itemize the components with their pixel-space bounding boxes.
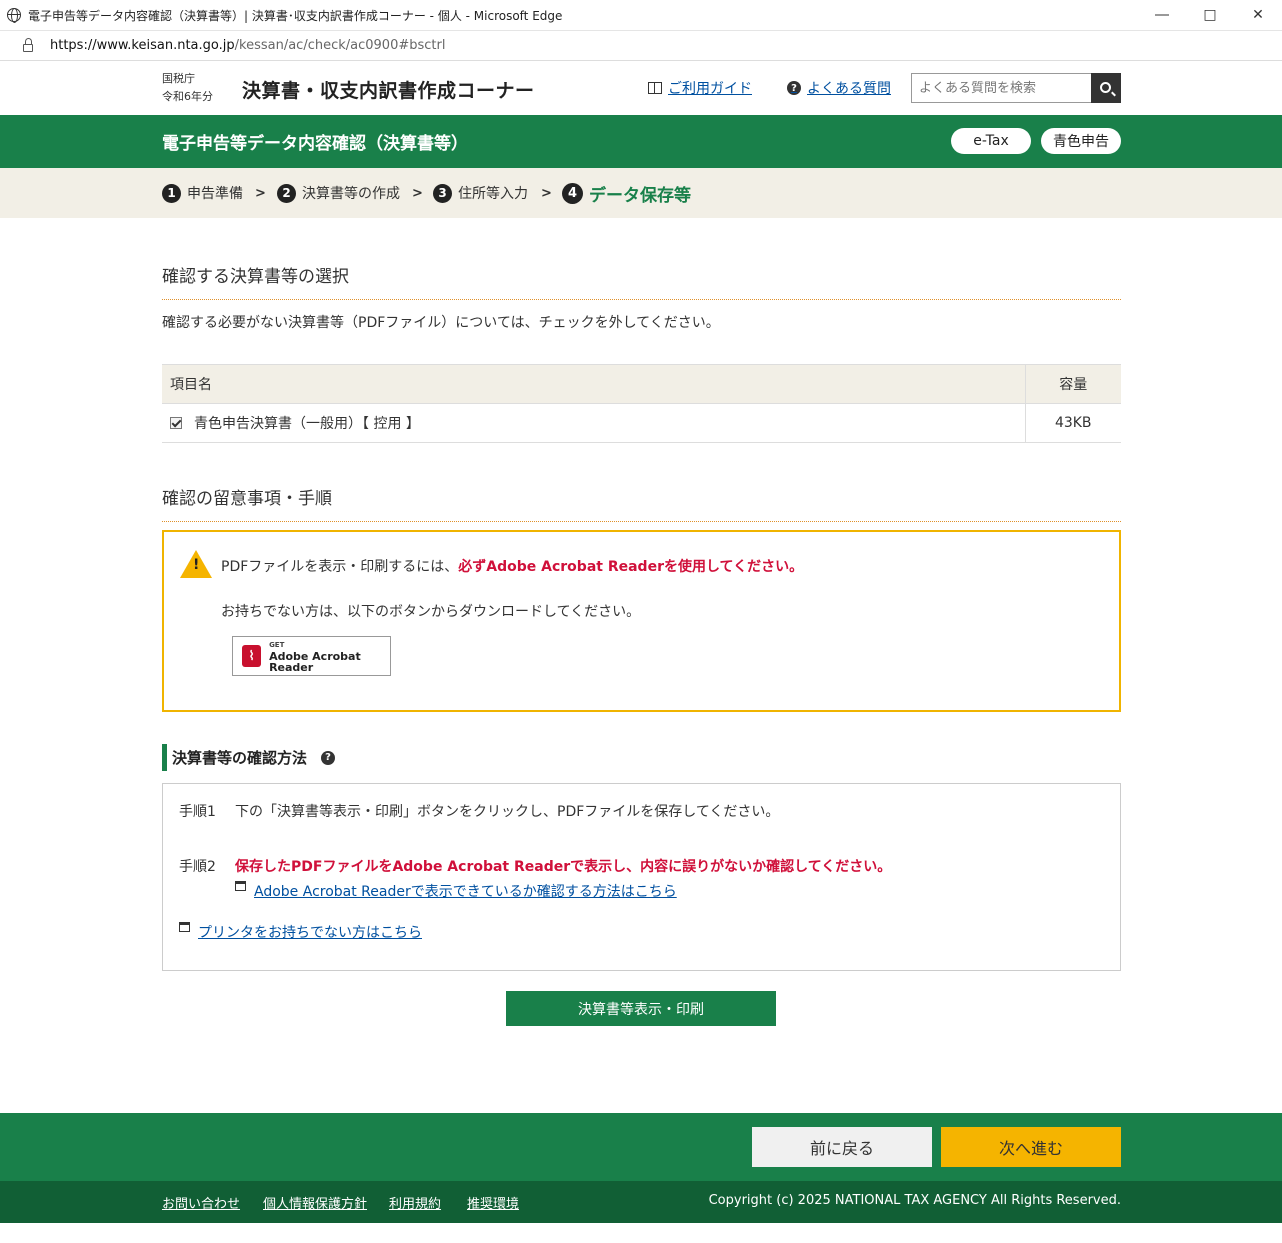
selection-section-title: 確認する決算書等の選択 bbox=[162, 262, 1121, 300]
table-header-row: 項目名 容量 bbox=[162, 364, 1121, 404]
step-label: 住所等入力 bbox=[458, 186, 528, 202]
display-print-button[interactable]: 決算書等表示・印刷 bbox=[506, 991, 776, 1026]
acrobat-warning-box: ! PDFファイルを表示・印刷するには、必ずAdobe Acrobat Read… bbox=[162, 530, 1121, 712]
contact-link[interactable]: お問い合わせ bbox=[162, 1193, 240, 1212]
acrobat-logo-icon: ⌇ bbox=[242, 645, 262, 667]
lock-icon bbox=[23, 37, 33, 52]
agency-label: 国税庁 令和6年分 bbox=[162, 70, 213, 106]
search-icon bbox=[1099, 81, 1111, 93]
method-box: 手順1 下の「決算書等表示・印刷」ボタンをクリックし、PDFファイルを保存してく… bbox=[162, 783, 1121, 971]
window-title: 電子申告等データ内容確認（決算書等）| 決算書･収支内訳書作成コーナー - 個人… bbox=[28, 8, 563, 23]
url-host: https://www.keisan.nta.go.jp bbox=[50, 38, 235, 53]
globe-icon bbox=[7, 8, 21, 23]
book-icon bbox=[648, 82, 662, 94]
url-text[interactable]: https://www.keisan.nta.go.jp/kessan/ac/c… bbox=[50, 38, 445, 53]
column-header-name: 項目名 bbox=[162, 364, 1025, 404]
page-title-band: 電子申告等データ内容確認（決算書等） e-Tax 青色申告 bbox=[0, 115, 1282, 168]
document-table: 項目名 容量 青色申告決算書（一般用）【 控用 】 43KB bbox=[162, 364, 1121, 443]
get-acrobat-reader-button[interactable]: ⌇ GET Adobe Acrobat Reader bbox=[232, 636, 391, 676]
close-button[interactable]: ✕ bbox=[1234, 0, 1282, 31]
step-1: 1 申告準備 bbox=[162, 183, 243, 203]
step-2: 2 決算書等の作成 bbox=[277, 183, 400, 203]
agency-name: 国税庁 bbox=[162, 72, 195, 85]
acrobat-check-link-row: Adobe Acrobat Readerで表示できているか確認する方法はこちら bbox=[235, 881, 677, 901]
document-checkbox[interactable] bbox=[170, 417, 182, 429]
window-titlebar: 電子申告等データ内容確認（決算書等）| 決算書･収支内訳書作成コーナー - 個人… bbox=[0, 0, 1282, 31]
warning-emphasis: 必ずAdobe Acrobat Readerを使用してください。 bbox=[458, 559, 804, 575]
document-cell: 青色申告決算書（一般用）【 控用 】 bbox=[162, 403, 1025, 443]
notes-section-title: 確認の留意事項・手順 bbox=[162, 484, 1121, 522]
method-step-2: 手順2 保存したPDFファイルをAdobe Acrobat Readerで表示し… bbox=[179, 856, 891, 876]
step-label: データ保存等 bbox=[589, 186, 691, 206]
guide-link-label: ご利用ガイド bbox=[668, 81, 752, 97]
step1-label: 手順1 bbox=[179, 804, 216, 820]
warning-text: PDFファイルを表示・印刷するには、必ずAdobe Acrobat Reader… bbox=[221, 556, 803, 576]
maximize-button[interactable]: □ bbox=[1186, 0, 1234, 31]
column-header-size: 容量 bbox=[1024, 364, 1121, 404]
copyright: Copyright (c) 2025 NATIONAL TAX AGENCY A… bbox=[708, 1193, 1121, 1208]
step2-label: 手順2 bbox=[179, 859, 216, 875]
method-section-title: 決算書等の確認方法 ? bbox=[162, 744, 336, 771]
faq-link[interactable]: ? よくある質問 bbox=[787, 78, 891, 98]
step-label: 決算書等の作成 bbox=[302, 186, 400, 202]
external-window-icon bbox=[179, 922, 190, 932]
footer-navigation: 前に戻る 次へ進む bbox=[0, 1113, 1282, 1181]
progress-steps: 1 申告準備 > 2 決算書等の作成 > 3 住所等入力 > 4 データ保存等 bbox=[0, 168, 1282, 218]
tax-year: 令和6年分 bbox=[162, 90, 213, 103]
selection-intro: 確認する必要がない決算書等（PDFファイル）については、チェックを外してください… bbox=[162, 315, 720, 331]
guide-link[interactable]: ご利用ガイド bbox=[648, 78, 752, 98]
acrobat-get-label: GET bbox=[269, 640, 285, 649]
method-step-1: 手順1 下の「決算書等表示・印刷」ボタンをクリックし、PDFファイルを保存してく… bbox=[179, 801, 779, 821]
step1-text: 下の「決算書等表示・印刷」ボタンをクリックし、PDFファイルを保存してください。 bbox=[235, 804, 780, 820]
page-title: 電子申告等データ内容確認（決算書等） bbox=[162, 134, 468, 154]
step-3: 3 住所等入力 bbox=[433, 183, 528, 203]
chevron-right-icon: > bbox=[541, 186, 552, 201]
minimize-button[interactable]: ― bbox=[1138, 0, 1186, 31]
no-printer-link[interactable]: プリンタをお持ちでない方はこちら bbox=[198, 922, 422, 942]
search-button[interactable] bbox=[1091, 73, 1121, 103]
chevron-right-icon: > bbox=[255, 186, 266, 201]
printer-link-row: プリンタをお持ちでない方はこちら bbox=[179, 922, 422, 942]
acrobat-check-link[interactable]: Adobe Acrobat Readerで表示できているか確認する方法はこちら bbox=[254, 881, 677, 901]
acrobat-button-text: GET Adobe Acrobat Reader bbox=[269, 640, 390, 673]
page-bottom bbox=[0, 1223, 1282, 1243]
table-row: 青色申告決算書（一般用）【 控用 】 43KB bbox=[162, 403, 1121, 443]
document-size: 43KB bbox=[1024, 403, 1121, 443]
document-name: 青色申告決算書（一般用）【 控用 】 bbox=[194, 416, 420, 432]
terms-link[interactable]: 利用規約 bbox=[389, 1193, 441, 1212]
next-button[interactable]: 次へ進む bbox=[941, 1127, 1121, 1167]
privacy-policy-link[interactable]: 個人情報保護方針 bbox=[263, 1193, 367, 1212]
external-window-icon bbox=[235, 881, 246, 891]
step-number: 2 bbox=[277, 183, 296, 203]
etax-badge: e-Tax bbox=[951, 128, 1031, 154]
warning-icon: ! bbox=[180, 550, 212, 578]
blue-return-badge: 青色申告 bbox=[1041, 128, 1121, 154]
step-number: 3 bbox=[433, 183, 452, 203]
footer-links: お問い合わせ 個人情報保護方針 利用規約 推奨環境 Copyright (c) … bbox=[0, 1181, 1282, 1223]
step-4-current: 4 データ保存等 bbox=[562, 181, 691, 206]
url-path: /kessan/ac/check/ac0900#bsctrl bbox=[234, 38, 446, 53]
chevron-right-icon: > bbox=[412, 186, 423, 201]
step-label: 申告準備 bbox=[187, 186, 243, 202]
step-number: 1 bbox=[162, 183, 181, 203]
download-instruction: お持ちでない方は、以下のボタンからダウンロードしてください。 bbox=[221, 604, 641, 620]
faq-search-input[interactable] bbox=[911, 73, 1091, 103]
step2-text: 保存したPDFファイルをAdobe Acrobat Readerで表示し、内容に… bbox=[235, 859, 892, 875]
question-icon: ? bbox=[787, 81, 801, 95]
acrobat-name-label: Adobe Acrobat Reader bbox=[269, 649, 361, 674]
back-button[interactable]: 前に戻る bbox=[752, 1127, 932, 1167]
faq-link-label: よくある質問 bbox=[807, 81, 891, 97]
step-number: 4 bbox=[562, 183, 583, 204]
address-bar[interactable]: https://www.keisan.nta.go.jp/kessan/ac/c… bbox=[0, 31, 1282, 61]
recommended-env-link[interactable]: 推奨環境 bbox=[467, 1193, 519, 1212]
corner-title[interactable]: 決算書・収支内訳書作成コーナー bbox=[242, 76, 535, 103]
method-title-text: 決算書等の確認方法 bbox=[172, 749, 308, 767]
help-icon[interactable]: ? bbox=[321, 750, 336, 765]
site-header: 国税庁 令和6年分 決算書・収支内訳書作成コーナー ご利用ガイド ? よくある質… bbox=[0, 62, 1282, 115]
window-controls: ― □ ✕ bbox=[1138, 0, 1282, 31]
warning-prefix: PDFファイルを表示・印刷するには、 bbox=[221, 559, 459, 575]
